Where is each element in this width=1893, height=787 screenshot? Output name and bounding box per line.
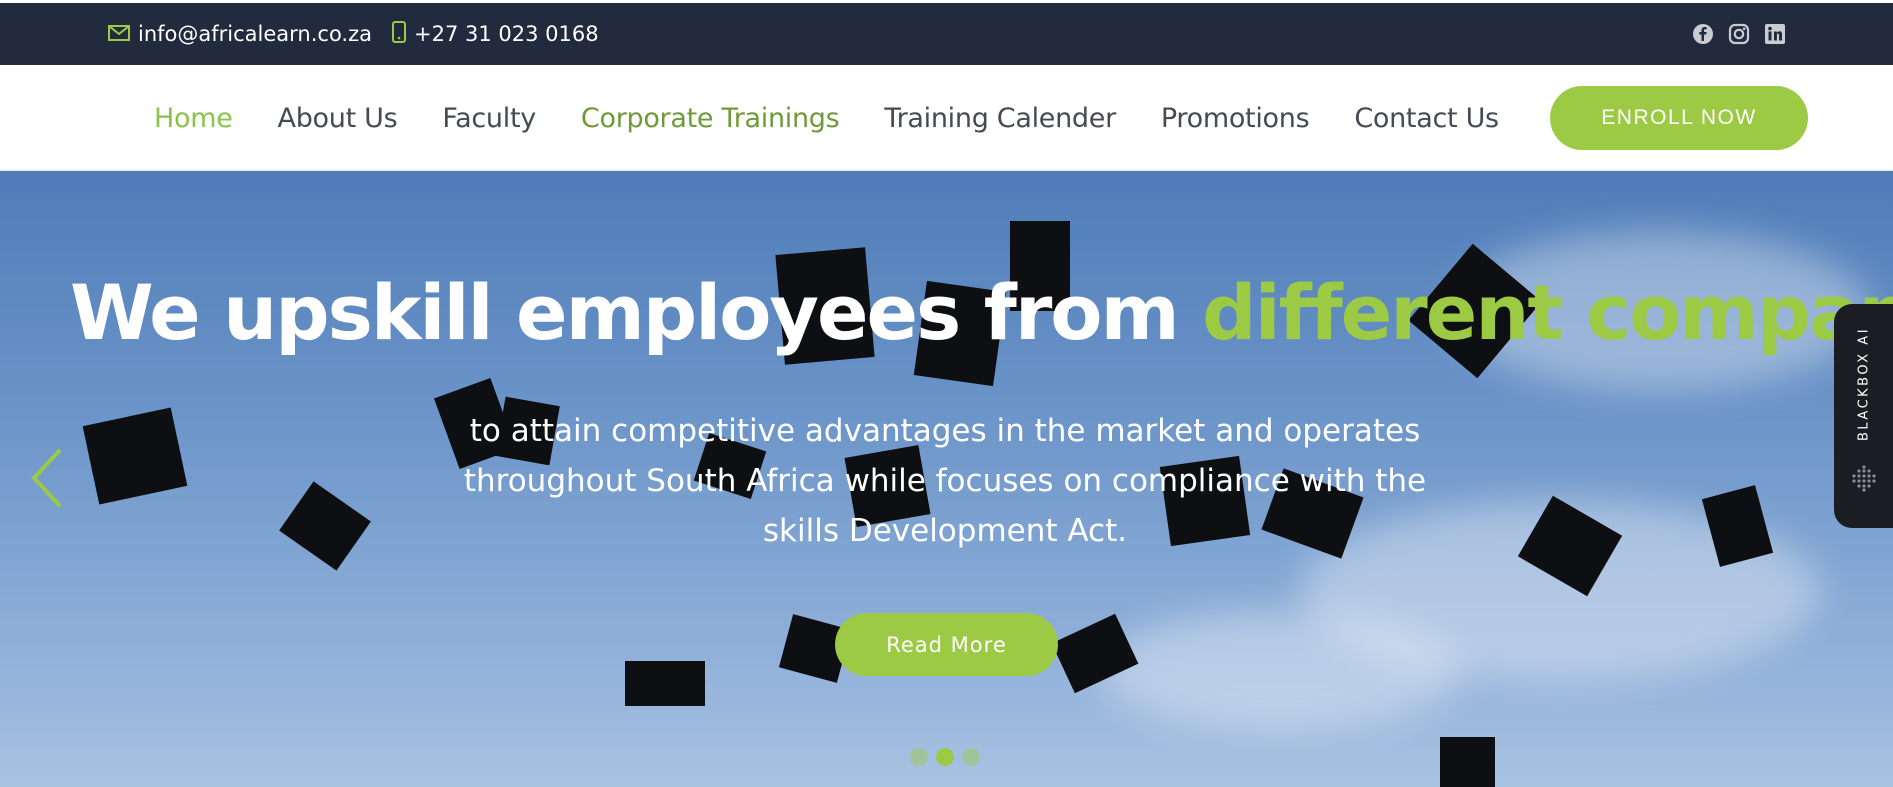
slider-prev-arrow-icon[interactable]: [28, 446, 68, 510]
dot-grid-icon: [1850, 464, 1878, 492]
nav-item-home[interactable]: Home: [154, 103, 233, 134]
email-text[interactable]: info@africalearn.co.za: [138, 22, 372, 46]
nav-item-training-calender[interactable]: Training Calender: [884, 103, 1116, 134]
hero-slider: We upskill employees from different comp…: [0, 171, 1893, 787]
nav-item-corporate-trainings[interactable]: Corporate Trainings: [581, 103, 840, 134]
hero-title-main: We upskill employees from: [70, 268, 1203, 357]
top-bar: info@africalearn.co.za +27 31 023 0168: [0, 3, 1893, 65]
graduation-cap-image: [82, 407, 188, 505]
blackbox-ai-widget[interactable]: BLACKBOX AI: [1834, 304, 1893, 528]
nav-menu: Home About Us Faculty Corporate Training…: [154, 65, 1544, 171]
social-links: [1692, 3, 1786, 65]
slider-dot[interactable]: [962, 748, 980, 766]
read-more-button[interactable]: Read More: [835, 613, 1058, 676]
graduation-cap-image: [1440, 737, 1495, 787]
phone-contact[interactable]: +27 31 023 0168: [392, 3, 599, 65]
instagram-icon[interactable]: [1728, 23, 1750, 45]
hero-subtitle: to attain competitive advantages in the …: [463, 413, 1427, 549]
mobile-icon: [392, 20, 406, 48]
nav-item-faculty[interactable]: Faculty: [442, 103, 536, 134]
mail-icon: [108, 22, 130, 46]
slider-dot[interactable]: [910, 748, 928, 766]
slider-pagination: [910, 748, 980, 766]
hero-title-accent: different companies: [1202, 268, 1893, 357]
phone-text[interactable]: +27 31 023 0168: [414, 22, 599, 46]
email-contact[interactable]: info@africalearn.co.za: [108, 3, 372, 65]
background-cloud: [1100, 611, 1460, 731]
graduation-cap-image: [625, 661, 705, 706]
facebook-icon[interactable]: [1692, 23, 1714, 45]
hero-title: We upskill employees from different comp…: [70, 268, 1893, 357]
linkedin-icon[interactable]: [1764, 23, 1786, 45]
graduation-cap-image: [279, 481, 371, 571]
blackbox-ai-label: BLACKBOX AI: [1856, 326, 1871, 442]
main-navigation: Home About Us Faculty Corporate Training…: [0, 65, 1893, 171]
nav-item-contact-us[interactable]: Contact Us: [1354, 103, 1499, 134]
slider-dot-active[interactable]: [936, 748, 954, 766]
nav-item-promotions[interactable]: Promotions: [1161, 103, 1310, 134]
nav-item-about-us[interactable]: About Us: [278, 103, 398, 134]
enroll-now-button[interactable]: ENROLL NOW: [1550, 86, 1808, 150]
